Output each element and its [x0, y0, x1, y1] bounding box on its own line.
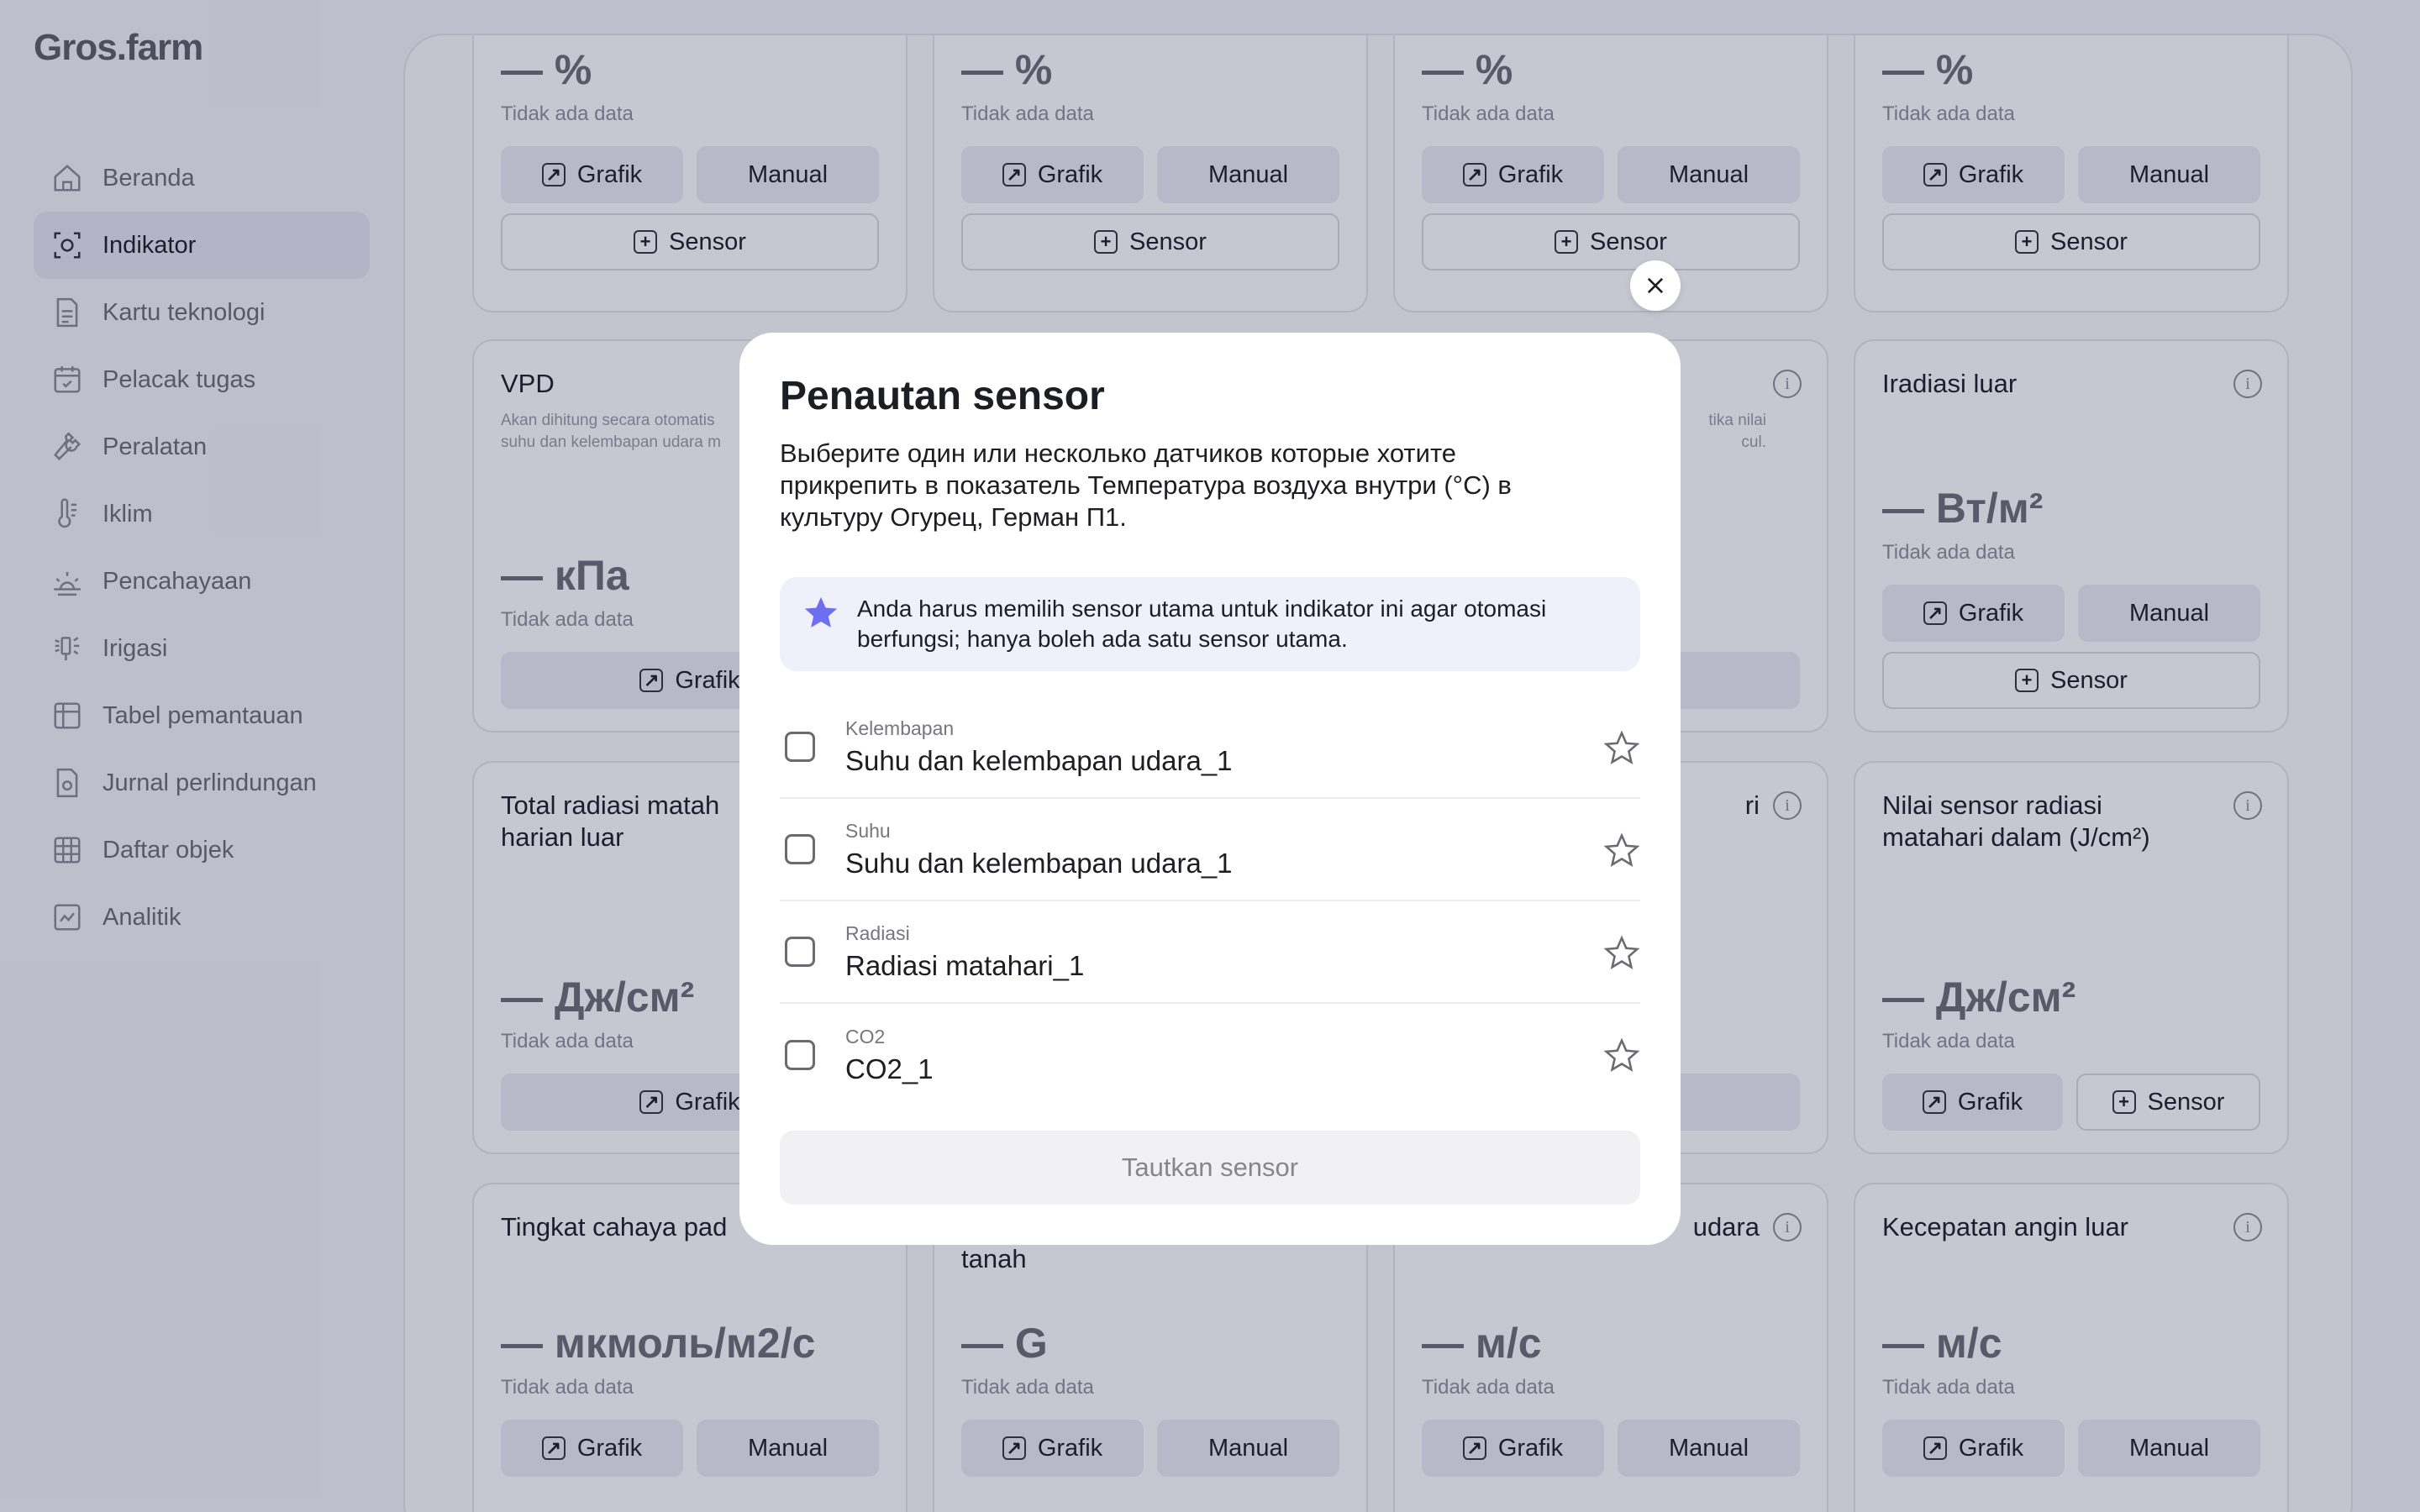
close-modal-button[interactable]	[1630, 260, 1681, 311]
star-outline-icon[interactable]	[1603, 935, 1640, 972]
sensor-name: Suhu dan kelembapan udara_1	[845, 847, 1233, 879]
sensor-row[interactable]: CO2 CO2_1	[780, 1004, 1640, 1106]
sensor-checkbox[interactable]	[785, 1040, 815, 1070]
sensor-type: Kelembapan	[845, 717, 955, 739]
sensor-checkbox[interactable]	[785, 732, 815, 762]
sensor-name: Suhu dan kelembapan udara_1	[845, 744, 1233, 776]
sensor-checkbox[interactable]	[785, 834, 815, 864]
dialog-title: Penautan sensor	[780, 374, 1105, 418]
link-sensor-button[interactable]: Tautkan sensor	[780, 1131, 1640, 1205]
star-outline-icon[interactable]	[1603, 832, 1640, 869]
sensor-row[interactable]: Radiasi Radiasi matahari_1	[780, 901, 1640, 1004]
close-icon	[1647, 277, 1664, 294]
star-filled-icon	[804, 596, 838, 628]
sensor-type: Radiasi	[845, 921, 910, 944]
sensor-row[interactable]: Kelembapan Suhu dan kelembapan udara_1	[780, 696, 1640, 799]
star-outline-icon[interactable]	[1603, 1037, 1640, 1074]
sensor-link-dialog: Penautan sensor Выберите один или нескол…	[739, 333, 1681, 1245]
primary-sensor-notice: Anda harus memilih sensor utama untuk in…	[780, 577, 1640, 671]
star-outline-icon[interactable]	[1603, 730, 1640, 767]
sensor-list: Kelembapan Suhu dan kelembapan udara_1 S…	[780, 696, 1640, 1106]
sensor-name: Radiasi matahari_1	[845, 949, 1085, 981]
notice-text: Anda harus memilih sensor utama untuk in…	[857, 596, 1547, 652]
sensor-checkbox[interactable]	[785, 937, 815, 967]
dialog-description: Выберите один или несколько датчиков кот…	[780, 438, 1512, 532]
sensor-type: CO2	[845, 1025, 886, 1047]
sensor-type: Suhu	[845, 819, 891, 842]
sensor-name: CO2_1	[845, 1053, 934, 1084]
sensor-row[interactable]: Suhu Suhu dan kelembapan udara_1	[780, 799, 1640, 901]
